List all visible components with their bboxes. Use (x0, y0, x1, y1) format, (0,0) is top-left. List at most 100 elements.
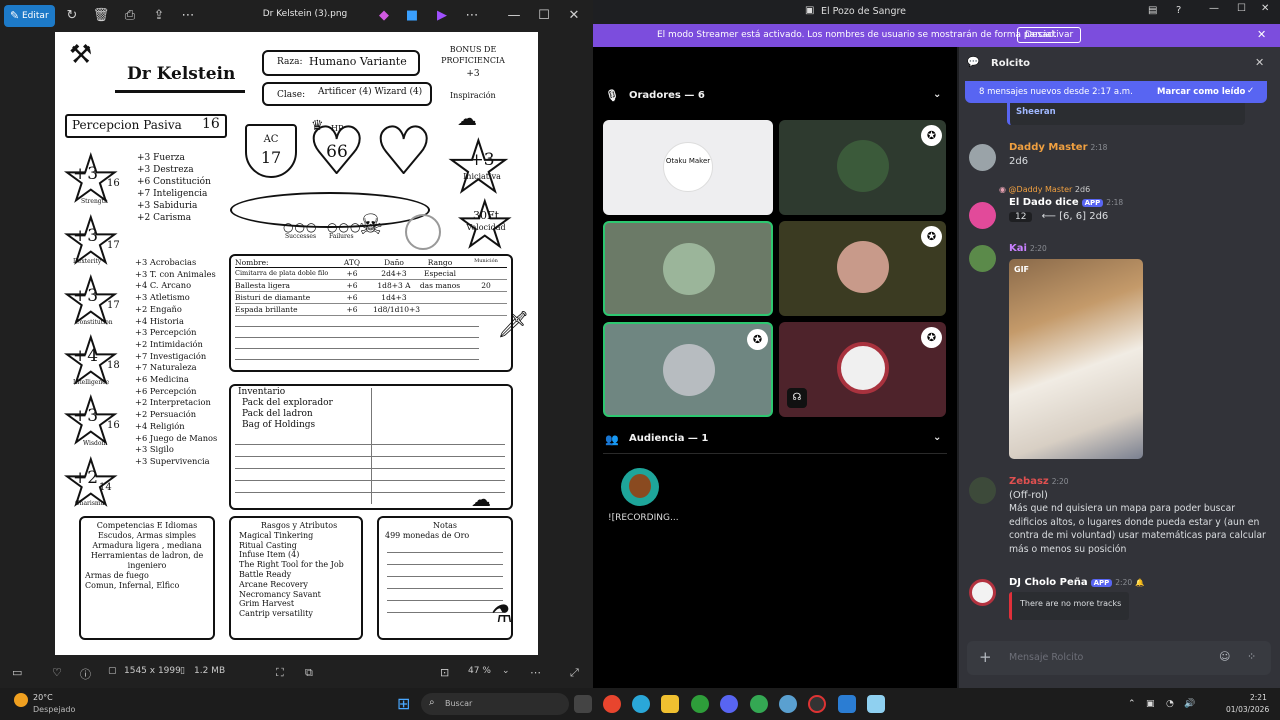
reply-preview[interactable]: ◉ @Daddy Master 2d6 (999, 185, 1269, 194)
inbox-icon[interactable]: ▤ (1148, 5, 1157, 16)
task-view-icon[interactable] (574, 695, 592, 713)
dexterity-score: 17 (107, 240, 120, 251)
clipchamp-icon[interactable]: ▶ (434, 5, 450, 27)
copilot-icon[interactable]: ◆ (376, 5, 392, 27)
speaker-tile[interactable]: ✪ (779, 221, 946, 316)
close-icon[interactable]: ✕ (1261, 3, 1269, 14)
emoji-icon[interactable]: ☺ (1219, 650, 1230, 663)
speaker-tile[interactable]: ✪ (603, 322, 773, 417)
photos-icon[interactable] (838, 695, 856, 713)
help-icon[interactable]: ? (1176, 5, 1181, 16)
volume-icon[interactable]: 🔊 (1184, 699, 1195, 709)
speaker-tile[interactable]: ✪ (779, 120, 946, 215)
avatar[interactable] (969, 202, 996, 229)
info-icon[interactable]: ⓘ (80, 666, 91, 682)
race-value: Humano Variante (309, 55, 407, 68)
zoom-level[interactable]: 47 % (468, 666, 491, 676)
speaker-badge-icon: ✪ (747, 329, 768, 350)
speaker-tile[interactable]: Otaku Maker (603, 120, 773, 215)
message-input[interactable]: + Mensaje Rolcito ☺ ⁘ (967, 641, 1271, 675)
username[interactable]: Zebasz (1009, 476, 1049, 487)
minimize-icon[interactable]: — (506, 5, 522, 27)
axe-icon: ⚒ (69, 40, 93, 70)
new-messages-bar[interactable]: 8 mensajes nuevos desde 2:17 a.m. Marcar… (965, 81, 1267, 103)
file-icon: ▯ (180, 666, 185, 676)
weather-icon[interactable] (14, 693, 28, 707)
more-icon[interactable]: ⋯ (530, 666, 541, 679)
chrome-profile-icon[interactable] (779, 695, 797, 713)
avatar[interactable] (969, 477, 996, 504)
bear-face (629, 474, 651, 498)
message-text: 2d6 (1009, 156, 1029, 167)
fullscreen-icon[interactable]: ⤢ (570, 666, 579, 680)
chrome-profile-icon[interactable] (750, 695, 768, 713)
app-badge: APP (1081, 199, 1104, 207)
chrome-icon[interactable] (603, 695, 621, 713)
chevron-up-icon[interactable]: ⌃ (1128, 699, 1136, 709)
audience-avatar[interactable] (621, 468, 659, 506)
app-badge: APP (1090, 579, 1113, 587)
chevron-down-icon[interactable]: ⌄ (933, 432, 941, 443)
maximize-icon[interactable]: ☐ (536, 5, 552, 27)
avatar[interactable] (969, 579, 996, 606)
clock-time[interactable]: 2:21 (1250, 693, 1267, 702)
traits-title: Rasgos y Atributos (260, 521, 338, 530)
app-icon[interactable] (808, 695, 826, 713)
notepad-icon[interactable] (867, 695, 885, 713)
more-icon[interactable]: ⋯ (462, 5, 482, 27)
crop-icon[interactable]: ⛶ (276, 666, 284, 680)
attack-row: Ballesta ligera +6 1d8+3 A das manos 20 (235, 280, 507, 292)
filmstrip-icon[interactable]: ▭ (12, 666, 22, 679)
gif-image[interactable]: GIF (1009, 259, 1143, 459)
wisdom-mod: +3 (73, 406, 99, 426)
apps-icon[interactable]: ⁘ (1247, 650, 1256, 663)
add-attachment-icon[interactable]: + (979, 648, 992, 666)
mark-read-button[interactable]: Marcar como leído (1157, 87, 1245, 97)
deactivate-button[interactable]: Desactivar (1017, 27, 1082, 43)
timestamp: 2:18 (1106, 198, 1124, 207)
close-icon[interactable]: ✕ (566, 5, 582, 27)
network-icon[interactable]: ◔ (1166, 699, 1174, 709)
minimize-icon[interactable]: — (1209, 3, 1219, 14)
edge-icon[interactable] (632, 695, 650, 713)
more-icon[interactable]: ⋯ (178, 5, 198, 27)
share-icon[interactable]: ⇪ (149, 5, 169, 27)
favorite-icon[interactable]: ♡ (52, 666, 62, 679)
zoom-fit-icon[interactable]: ⊡ (440, 666, 449, 679)
chevron-down-icon[interactable]: ⌄ (933, 89, 941, 100)
chat-title: Rolcito (991, 58, 1031, 69)
crown-icon: ♛ (311, 118, 324, 134)
fit-icon[interactable]: ⧉ (305, 666, 313, 680)
tray-icon[interactable]: ▣ (1146, 699, 1155, 709)
username[interactable]: DJ Cholo Peña (1009, 577, 1088, 588)
username[interactable]: Daddy Master (1009, 142, 1088, 153)
discord-icon[interactable] (720, 695, 738, 713)
close-icon[interactable]: ✕ (1257, 28, 1266, 41)
rotate-icon[interactable]: ↻ (62, 5, 82, 27)
edit-button[interactable]: ✎ Editar (4, 5, 55, 27)
avatar[interactable] (969, 144, 996, 171)
clock-date[interactable]: 01/03/2026 (1226, 705, 1269, 714)
windows-start-icon[interactable]: ⊞ (397, 695, 415, 713)
designer-icon[interactable]: ■ (404, 5, 420, 27)
print-icon[interactable]: ⎙ (120, 5, 140, 27)
chevron-down-icon[interactable]: ⌄ (502, 666, 510, 676)
avatar[interactable] (969, 245, 996, 272)
username[interactable]: Kai (1009, 243, 1027, 254)
taskbar: 20°C Despejado ⊞ ⌕ Buscar ⌃ ▣ ◔ 🔊 2:21 0… (0, 688, 1280, 720)
pencil-icon: ✎ (10, 9, 20, 22)
utorrent-icon[interactable] (691, 695, 709, 713)
delete-icon[interactable]: 🗑 (91, 5, 111, 27)
notes-title: Notas (433, 521, 457, 530)
speaker-tile[interactable] (603, 221, 773, 316)
username[interactable]: El Dado dice (1009, 197, 1079, 208)
close-icon[interactable]: ✕ (1255, 56, 1264, 69)
inventory-list: Inventario Pack del explorador Pack del … (238, 387, 333, 431)
folder-icon[interactable] (661, 695, 679, 713)
search-box[interactable]: ⌕ Buscar (421, 693, 569, 715)
avatar (663, 344, 715, 396)
traits-list: Rasgos y Atributos Magical Tinkering Rit… (239, 521, 359, 619)
maximize-icon[interactable]: ☐ (1237, 3, 1246, 14)
photo-viewer-window: ✎ Editar ↻ 🗑 ⎙ ⇪ ⋯ Dr Kelstein (3).png ◆ … (0, 0, 592, 688)
speaker-tile[interactable]: ✪ ☊ (779, 322, 946, 417)
